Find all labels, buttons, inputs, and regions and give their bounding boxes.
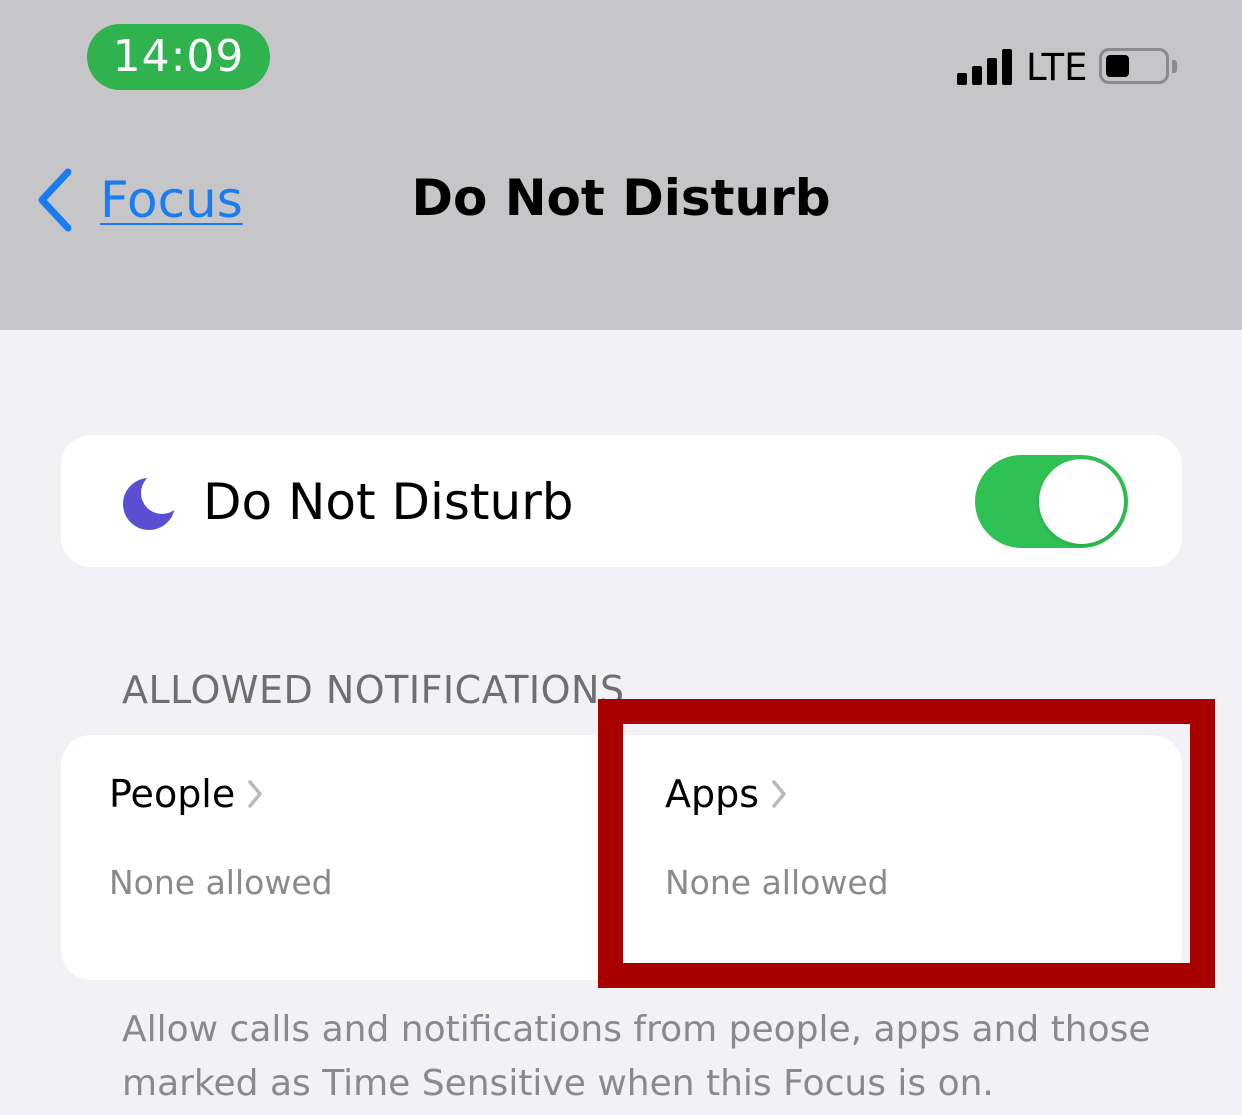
- apps-cell-title: Apps: [665, 770, 787, 818]
- battery-cap: [1172, 60, 1177, 73]
- chevron-right-icon: [248, 780, 262, 808]
- people-label: People: [109, 772, 236, 816]
- moon-icon: [123, 478, 175, 530]
- section-header-allowed-notifications: ALLOWED NOTIFICATIONS: [122, 668, 625, 712]
- signal-icon: [957, 49, 1013, 85]
- battery-level: [1106, 55, 1129, 77]
- people-cell[interactable]: People None allowed: [61, 735, 621, 980]
- back-button[interactable]: Focus: [36, 160, 243, 240]
- chevron-left-icon: [38, 168, 72, 232]
- apps-value: None allowed: [665, 863, 889, 902]
- page-title: Do Not Disturb: [411, 169, 831, 227]
- apps-cell[interactable]: Apps None allowed: [621, 735, 1182, 980]
- focus-toggle-label: Do Not Disturb: [203, 473, 574, 531]
- apps-label: Apps: [665, 772, 760, 816]
- switch-knob: [1039, 459, 1124, 544]
- section-footer: Allow calls and notifications from peopl…: [122, 1009, 1151, 1104]
- people-value: None allowed: [109, 863, 333, 902]
- battery-icon: [1099, 48, 1169, 84]
- people-cell-title: People: [109, 770, 263, 818]
- back-label[interactable]: Focus: [100, 171, 243, 229]
- chevron-right-icon: [772, 780, 786, 808]
- focus-toggle-switch[interactable]: [975, 455, 1128, 548]
- network-type: LTE: [1026, 46, 1088, 89]
- status-time[interactable]: 14:09: [87, 24, 270, 90]
